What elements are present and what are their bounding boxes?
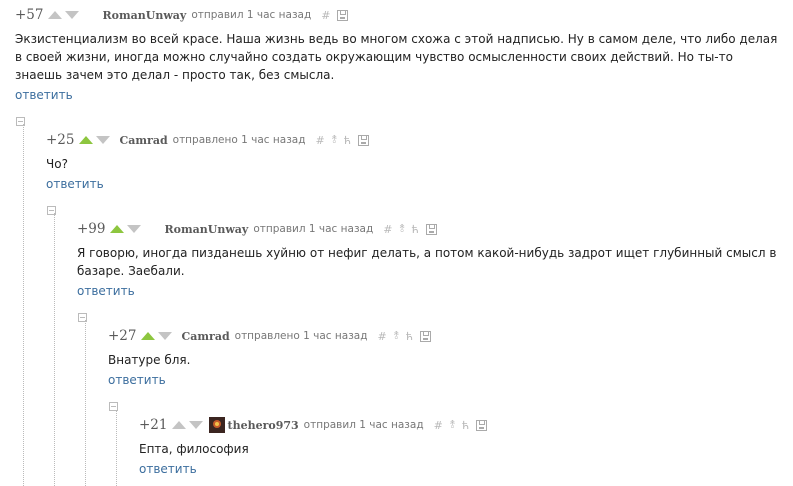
collapse-toggle[interactable] (16, 117, 25, 126)
comment-header: +21 thehero973 отправил 1 час назад # ⥉ … (139, 417, 759, 433)
collapse-toggle[interactable] (109, 402, 118, 411)
comment-rating: +25 (46, 132, 75, 148)
comment-header: +25 Camrad отправлено 1 час назад # ⥉ ћ (46, 132, 776, 148)
comment-text: Экзистенциализм во всей красе. Наша жизн… (15, 32, 778, 82)
comment-rating: +21 (139, 417, 168, 433)
comment: +99 RomanUnway отправил 1 час назад # ⥉ … (77, 221, 777, 299)
permalink-icon[interactable]: # (434, 419, 443, 432)
reply-link[interactable]: ответить (77, 284, 135, 298)
comment-header: +57 RomanUnway отправил 1 час назад # (15, 7, 780, 23)
downvote-icon[interactable] (95, 136, 110, 144)
comment-time: отправлено 1 час назад (234, 330, 368, 342)
save-icon[interactable] (337, 9, 349, 21)
pin-icon[interactable]: ⥉ (394, 329, 399, 343)
comment: +21 thehero973 отправил 1 час назад # ⥉ … (139, 417, 759, 477)
comment-rating: +99 (77, 221, 106, 237)
upvote-icon[interactable] (78, 136, 93, 144)
pin-icon[interactable]: ⥉ (332, 133, 337, 147)
collapse-toggle[interactable] (78, 313, 87, 322)
comment-author[interactable]: thehero973 (228, 419, 299, 432)
comment: +57 RomanUnway отправил 1 час назад # Эк… (15, 7, 780, 103)
save-icon[interactable] (425, 223, 437, 235)
parent-comment-icon[interactable]: ћ (344, 134, 351, 147)
thread-line (23, 124, 24, 486)
parent-comment-icon[interactable]: ћ (412, 223, 419, 236)
comment-author[interactable]: Camrad (120, 134, 168, 147)
comment-rating: +27 (108, 328, 137, 344)
upvote-icon[interactable] (171, 421, 186, 429)
downvote-icon[interactable] (64, 11, 79, 19)
comment-text: Я говорю, иногда пизданешь хуйню от нефи… (77, 246, 777, 278)
parent-comment-icon[interactable]: ћ (406, 330, 413, 343)
pin-icon[interactable]: ⥉ (399, 222, 404, 236)
collapse-toggle[interactable] (47, 206, 56, 215)
comment-rating: +57 (15, 7, 44, 23)
save-icon[interactable] (420, 330, 432, 342)
permalink-icon[interactable]: # (383, 223, 392, 236)
comment-text: Епта, философия (139, 442, 249, 456)
upvote-icon[interactable] (140, 332, 155, 340)
comment-header: +99 RomanUnway отправил 1 час назад # ⥉ … (77, 221, 777, 237)
thread-line (85, 320, 86, 486)
reply-link[interactable]: ответить (15, 88, 73, 102)
comment-time: отправил 1 час назад (191, 9, 312, 21)
comment: +25 Camrad отправлено 1 час назад # ⥉ ћ … (46, 132, 776, 192)
save-icon[interactable] (358, 134, 370, 146)
permalink-icon[interactable]: # (377, 330, 386, 343)
upvote-icon[interactable] (47, 11, 62, 19)
comment-author[interactable]: RomanUnway (103, 9, 187, 22)
permalink-icon[interactable]: # (315, 134, 324, 147)
pin-icon[interactable]: ⥉ (450, 418, 455, 432)
comment-author[interactable]: RomanUnway (165, 223, 249, 236)
downvote-icon[interactable] (188, 421, 203, 429)
thread-line (54, 213, 55, 486)
comment-time: отправил 1 час назад (303, 419, 424, 431)
parent-comment-icon[interactable]: ћ (462, 419, 469, 432)
reply-link[interactable]: ответить (46, 177, 104, 191)
comment-time: отправил 1 час назад (253, 223, 374, 235)
comment-text: Внатуре бля. (108, 353, 191, 367)
comment: +27 Camrad отправлено 1 час назад # ⥉ ћ … (108, 328, 768, 388)
permalink-icon[interactable]: # (321, 9, 330, 22)
save-icon[interactable] (476, 419, 488, 431)
reply-link[interactable]: ответить (139, 462, 197, 476)
comment-text: Чо? (46, 157, 68, 171)
downvote-icon[interactable] (126, 225, 141, 233)
user-avatar[interactable] (208, 417, 225, 433)
reply-link[interactable]: ответить (108, 373, 166, 387)
upvote-icon[interactable] (109, 225, 124, 233)
comment-time: отправлено 1 час назад (172, 134, 306, 146)
comment-author[interactable]: Camrad (182, 330, 230, 343)
thread-line (116, 410, 117, 486)
comment-header: +27 Camrad отправлено 1 час назад # ⥉ ћ (108, 328, 768, 344)
downvote-icon[interactable] (157, 332, 172, 340)
